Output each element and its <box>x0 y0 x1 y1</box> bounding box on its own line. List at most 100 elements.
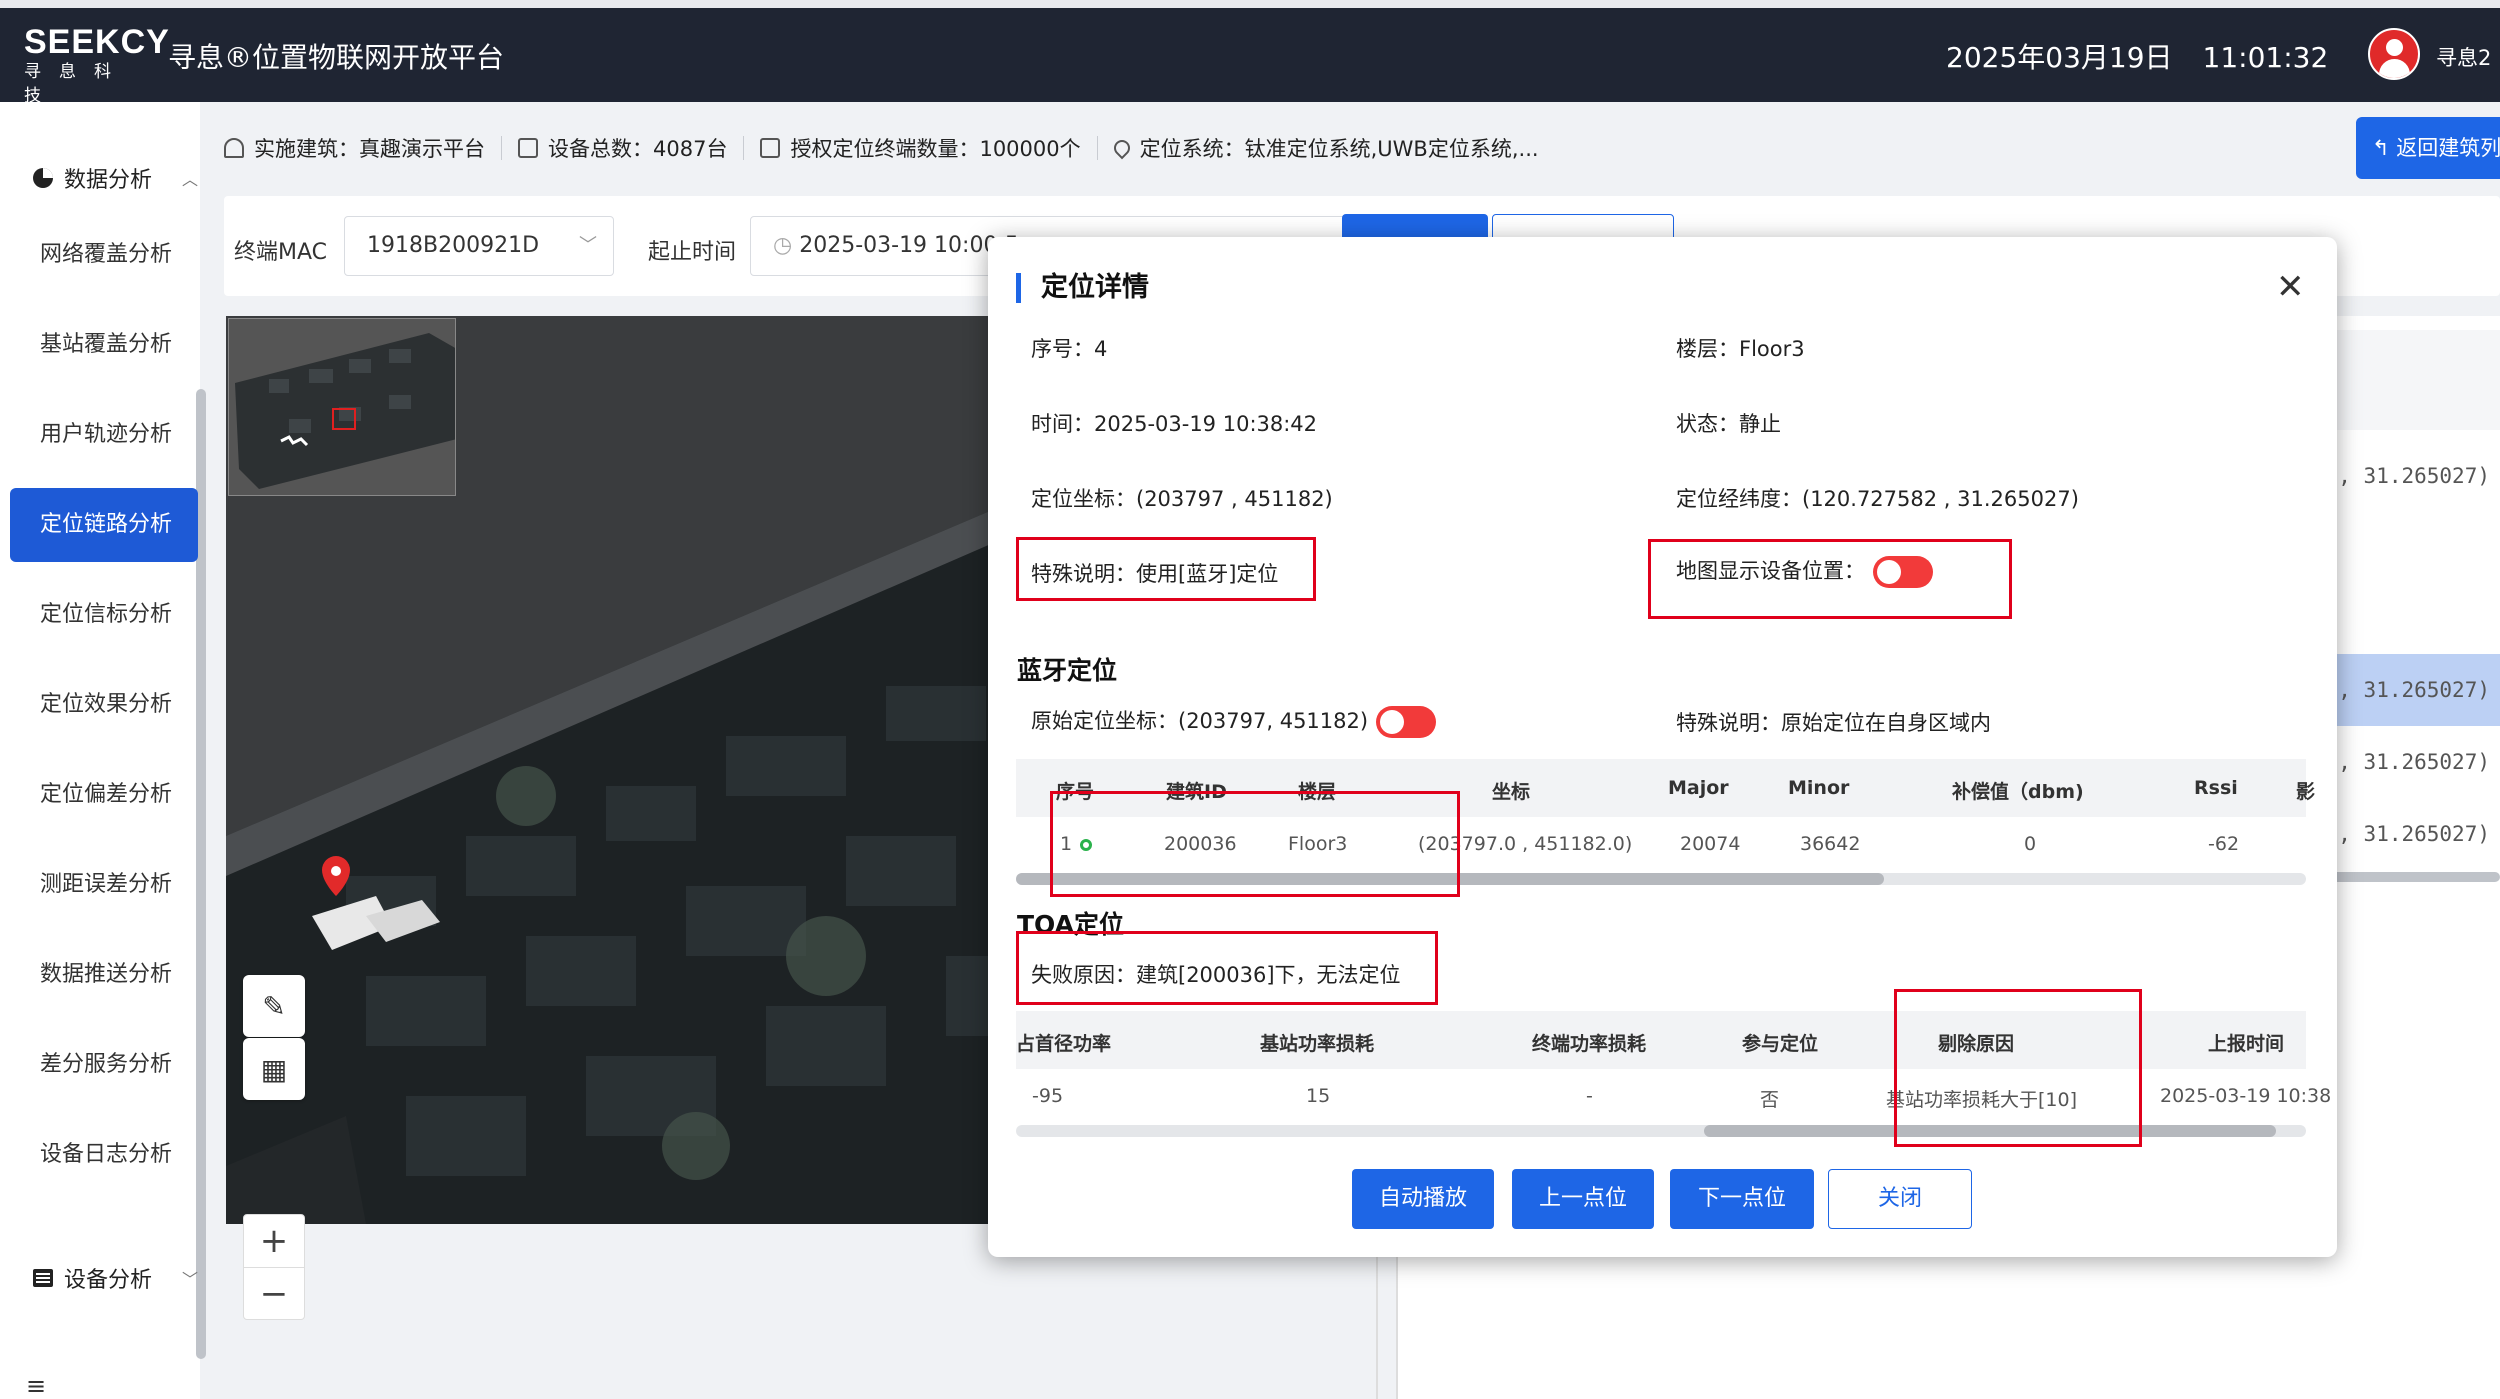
seq-field: 序号：4 <box>1031 337 1108 361</box>
license-text: 授权定位终端数量：100000个 <box>790 137 1081 161</box>
raw-coord-toggle[interactable] <box>1376 706 1437 738</box>
time-range-value: 2025-03-19 10:00:5 <box>799 233 1019 258</box>
sidebar-group-data-analysis[interactable]: 数据分析 ︿ <box>32 162 198 194</box>
previous-point-button[interactable]: 上一点位 <box>1512 1169 1654 1229</box>
column-header: 坐标 <box>1492 781 1531 803</box>
column-header: Rssi <box>2194 777 2238 799</box>
column-header: 补偿值（dbm) <box>1952 781 2084 803</box>
column-header: 基站功率损耗 <box>1260 1033 1375 1055</box>
cell: 20074 <box>1680 833 1741 855</box>
sidebar-item[interactable]: 定位偏差分析 <box>10 758 198 832</box>
system-text: 定位系统：钛准定位系统,UWB定位系统,... <box>1139 137 1539 161</box>
logo-subtext: 寻息科技 <box>24 62 129 106</box>
column-header: 占首径功率 <box>1016 1033 1112 1055</box>
floor-field: 楼层：Floor3 <box>1676 337 1805 361</box>
raw-coord-field: 原始定位坐标：(203797, 451182) <box>1031 705 1437 738</box>
status-field: 状态：静止 <box>1676 412 1781 436</box>
sidebar-item[interactable]: 数据推送分析 <box>10 938 198 1012</box>
column-header: 终端功率损耗 <box>1532 1033 1647 1055</box>
column-header: Major <box>1668 777 1729 799</box>
equalizer-icon <box>33 1269 53 1287</box>
username[interactable]: 寻息2 <box>2436 42 2491 72</box>
column-header: Minor <box>1788 777 1850 799</box>
grid-icon[interactable]: ▦ <box>243 1038 305 1100</box>
sidebar-item[interactable]: 差分服务分析 <box>10 1028 198 1102</box>
clock-icon: ◷ <box>773 233 800 258</box>
device-total-text: 设备总数：4087台 <box>548 137 728 161</box>
auto-play-button[interactable]: 自动播放 <box>1352 1169 1494 1229</box>
device-total-info: 设备总数：4087台 <box>518 133 727 163</box>
pie-chart-icon <box>33 168 53 188</box>
time-field: 时间：2025-03-19 10:38:42 <box>1031 412 1318 436</box>
annotation-box <box>1016 537 1316 601</box>
top-bar: SEEKCY 寻息科技 寻息®位置物联网开放平台 2025年03月19日 11:0… <box>0 0 2500 106</box>
logo: SEEKCY 寻息科技 <box>24 23 170 106</box>
document-icon <box>760 138 781 158</box>
info-bar: 实施建筑：真趣演示平台 设备总数：4087台 授权定位终端数量：100000个 … <box>224 118 2500 178</box>
close-icon[interactable]: ✕ <box>2276 267 2305 307</box>
chevron-down-icon: ﹀ <box>182 1270 199 1289</box>
current-date: 2025年03月19日 <box>1946 41 2173 74</box>
close-button[interactable]: 关闭 <box>1828 1169 1972 1229</box>
license-info: 授权定位终端数量：100000个 <box>760 133 1081 163</box>
sidebar-item[interactable]: 设备日志分析 <box>10 1118 198 1192</box>
sidebar-item[interactable]: 定位链路分析 <box>10 488 198 562</box>
sidebar-item[interactable]: 网络覆盖分析 <box>10 218 198 292</box>
track-list-scrollbar[interactable] <box>2326 872 2500 882</box>
location-detail-dialog: 定位详情 ✕ 序号：4 楼层：Floor3 时间：2025-03-19 10:3… <box>988 237 2337 1257</box>
back-to-building-list-button[interactable]: ↰ 返回建筑列表 <box>2356 117 2500 179</box>
column-header: 上报时间 <box>2208 1033 2285 1055</box>
chevron-up-icon: ︿ <box>182 170 199 189</box>
dialog-title: 定位详情 <box>1016 273 1149 303</box>
cell: 否 <box>1760 1089 1780 1111</box>
bluetooth-section-title: 蓝牙定位 <box>1017 656 1118 685</box>
cell: -95 <box>1032 1085 1064 1107</box>
menu-collapse-icon[interactable]: ≡ <box>26 1372 46 1399</box>
location-pin-icon <box>1110 136 1133 160</box>
logo-text: SEEKCY <box>24 23 170 61</box>
annotation-box <box>1050 791 1460 897</box>
annotation-box <box>1648 539 2012 619</box>
mac-select[interactable]: 1918B200921D ﹀ <box>344 216 614 276</box>
cell: 0 <box>2024 833 2037 855</box>
sidebar-item[interactable]: 测距误差分析 <box>10 848 198 922</box>
system-info: 定位系统：钛准定位系统,UWB定位系统,... <box>1110 133 1539 163</box>
sidebar-group-device-analysis[interactable]: 设备分析 ﹀ <box>32 1262 198 1294</box>
zoom-out-icon[interactable]: − <box>244 1268 304 1321</box>
zoom-control: + − <box>243 1214 305 1320</box>
cell: 2025-03-19 10:38 <box>2160 1085 2332 1107</box>
ruler-icon[interactable]: ✎ <box>243 975 305 1037</box>
user-icon <box>224 138 244 158</box>
sidebar-group-label: 设备分析 <box>64 1268 153 1293</box>
sidebar-item[interactable]: 基站覆盖分析 <box>10 308 198 382</box>
lnglat-field: 定位经纬度：(120.727582 , 31.265027) <box>1676 487 2079 511</box>
back-button-label: 返回建筑列表 <box>2396 136 2500 160</box>
current-time: 11:01:32 <box>2202 41 2329 74</box>
sidebar-item[interactable]: 定位效果分析 <box>10 668 198 742</box>
mac-label: 终端MAC <box>234 240 328 265</box>
user-avatar-icon[interactable] <box>2368 28 2420 80</box>
zoom-in-icon[interactable]: + <box>244 1215 304 1268</box>
sidebar <box>0 102 206 1399</box>
browser-strip <box>0 0 2500 8</box>
next-point-button[interactable]: 下一点位 <box>1670 1169 1814 1229</box>
datetime: 2025年03月19日 11:01:32 <box>1946 36 2328 76</box>
annotation-box <box>1016 931 1438 1005</box>
column-header: 影 <box>2296 781 2316 803</box>
cell: - <box>1586 1085 1593 1107</box>
time-range-label: 起止时间 <box>648 240 737 265</box>
document-icon <box>518 138 538 158</box>
annotation-box <box>1894 989 2142 1147</box>
minimap-image <box>229 319 455 495</box>
coord-field: 定位坐标：(203797 , 451182) <box>1031 487 1333 511</box>
minimap[interactable] <box>228 318 456 496</box>
building-text: 实施建筑：真趣演示平台 <box>254 137 485 161</box>
column-header: 参与定位 <box>1742 1033 1819 1055</box>
sidebar-item[interactable]: 定位信标分析 <box>10 578 198 652</box>
chevron-down-icon: ﹀ <box>579 235 597 256</box>
bt-note-field: 特殊说明：原始定位在自身区域内 <box>1676 711 1991 735</box>
cell: 36642 <box>1800 833 1861 855</box>
mac-value: 1918B200921D <box>367 233 540 258</box>
sidebar-item[interactable]: 用户轨迹分析 <box>10 398 198 472</box>
app-title: 寻息®位置物联网开放平台 <box>168 41 505 74</box>
